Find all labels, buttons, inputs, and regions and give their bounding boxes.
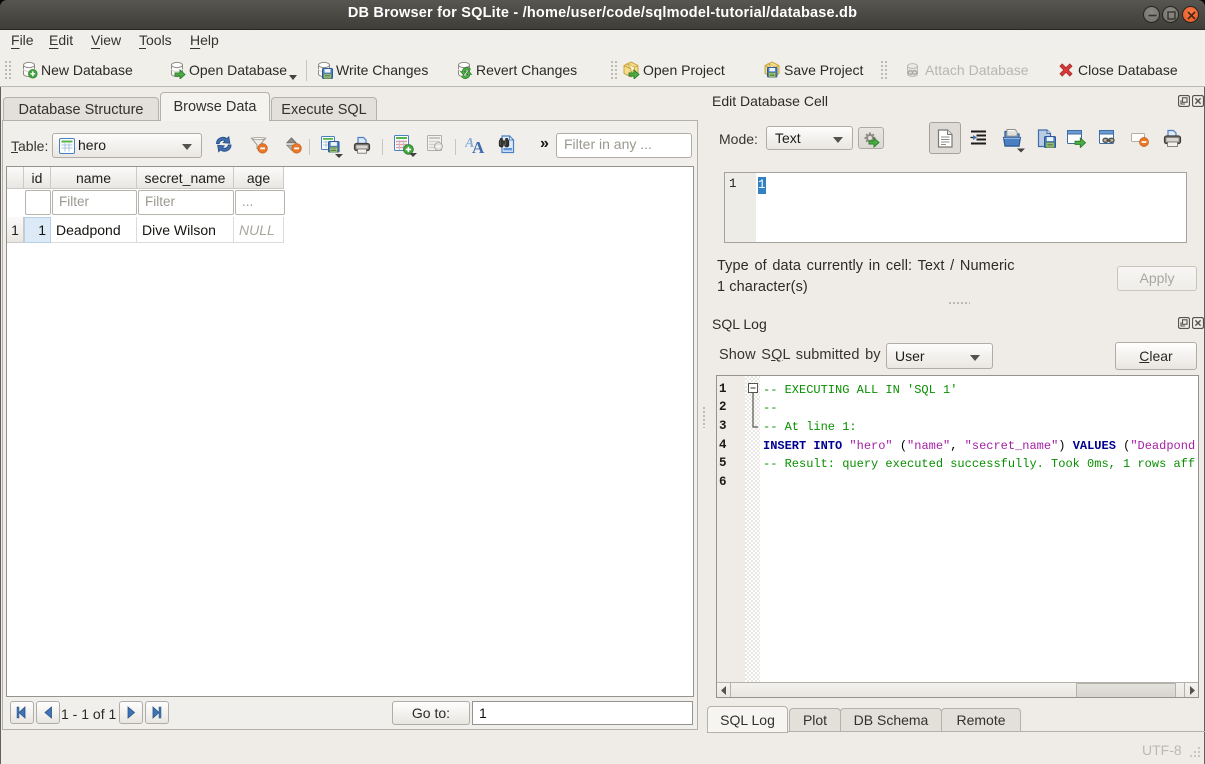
svg-text:A: A (472, 138, 485, 154)
